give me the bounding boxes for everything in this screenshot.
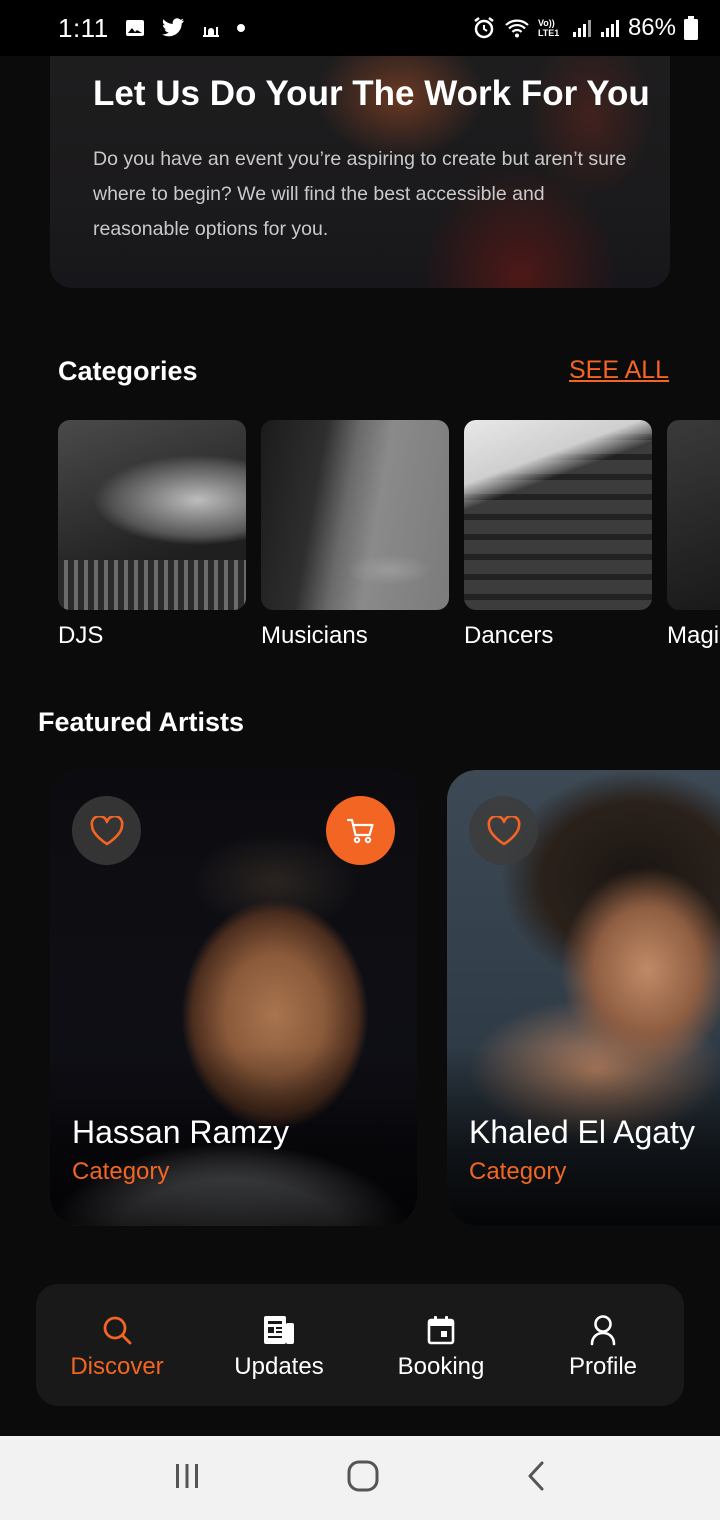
bottom-navigation: Discover Updates Booking Profile bbox=[36, 1284, 684, 1406]
mosque-icon bbox=[201, 18, 221, 38]
nav-label: Profile bbox=[568, 1353, 638, 1380]
category-image bbox=[58, 420, 246, 610]
category-djs[interactable]: DJS bbox=[58, 420, 246, 650]
wifi-icon bbox=[504, 17, 530, 39]
nav-booking[interactable]: Booking bbox=[360, 1284, 522, 1406]
cart-icon bbox=[346, 818, 374, 843]
home-button[interactable] bbox=[346, 1459, 380, 1498]
category-label: Musicians bbox=[261, 622, 368, 649]
category-label: DJS bbox=[58, 622, 104, 649]
nav-label: Booking bbox=[397, 1353, 485, 1380]
newspaper-icon bbox=[263, 1313, 295, 1347]
lte-label: Vo)) LTE1 bbox=[537, 18, 560, 38]
category-image bbox=[667, 420, 720, 610]
calendar-icon bbox=[427, 1313, 455, 1347]
signal-icon-2 bbox=[600, 18, 620, 38]
nav-updates[interactable]: Updates bbox=[198, 1284, 360, 1406]
notification-dot bbox=[236, 24, 245, 32]
status-bar: 1:11 Vo)) LTE1 86% bbox=[0, 0, 720, 56]
status-right: Vo)) LTE1 86% bbox=[472, 14, 698, 42]
artist-card[interactable]: Khaled El Agaty Category bbox=[447, 770, 720, 1226]
recent-apps-icon bbox=[176, 1463, 198, 1488]
status-left: 1:11 bbox=[58, 13, 245, 44]
search-icon bbox=[101, 1313, 133, 1347]
twitter-icon bbox=[161, 18, 185, 38]
artist-name: Khaled El Agaty bbox=[469, 1114, 695, 1150]
nav-label: Updates bbox=[234, 1353, 324, 1380]
category-dancers[interactable]: Dancers bbox=[464, 420, 652, 650]
category-label: Magi bbox=[667, 622, 720, 649]
back-icon bbox=[528, 1461, 544, 1490]
back-button[interactable] bbox=[524, 1460, 548, 1497]
category-image bbox=[261, 420, 449, 610]
status-time: 1:11 bbox=[58, 12, 109, 43]
hero-card[interactable]: Let Us Do Your The Work For You Do you h… bbox=[50, 56, 670, 288]
battery-percent: 86% bbox=[627, 14, 676, 41]
favorite-button[interactable] bbox=[72, 796, 141, 865]
user-icon bbox=[589, 1313, 617, 1347]
artist-category: Category bbox=[72, 1158, 170, 1185]
recent-apps-button[interactable] bbox=[172, 1461, 202, 1496]
heart-icon bbox=[90, 815, 123, 845]
categories-title: Categories bbox=[58, 356, 198, 386]
see-all-link[interactable]: SEE ALL bbox=[569, 356, 669, 385]
nav-discover[interactable]: Discover bbox=[36, 1284, 198, 1406]
heart-icon bbox=[487, 815, 520, 845]
alarm-icon bbox=[472, 16, 496, 40]
artist-card[interactable]: Hassan Ramzy Category bbox=[50, 770, 417, 1226]
favorite-button[interactable] bbox=[469, 796, 538, 865]
add-to-cart-button[interactable] bbox=[326, 796, 395, 865]
hero-text: Do you have an event you’re aspiring to … bbox=[93, 148, 627, 240]
battery-icon bbox=[684, 16, 698, 40]
hero-title: Let Us Do Your The Work For You bbox=[93, 74, 650, 113]
artist-name: Hassan Ramzy bbox=[72, 1114, 289, 1150]
nav-label: Discover bbox=[70, 1353, 164, 1380]
signal-icon bbox=[572, 18, 592, 38]
system-navigation-bar bbox=[0, 1436, 720, 1520]
nav-profile[interactable]: Profile bbox=[522, 1284, 684, 1406]
featured-artists-title: Featured Artists bbox=[38, 707, 245, 737]
category-label: Dancers bbox=[464, 622, 554, 649]
category-musicians[interactable]: Musicians bbox=[261, 420, 449, 650]
category-image bbox=[464, 420, 652, 610]
category-magicians[interactable]: Magi bbox=[667, 420, 720, 650]
gallery-icon bbox=[125, 18, 145, 38]
home-icon bbox=[347, 1460, 379, 1491]
artist-category: Category bbox=[469, 1158, 567, 1185]
